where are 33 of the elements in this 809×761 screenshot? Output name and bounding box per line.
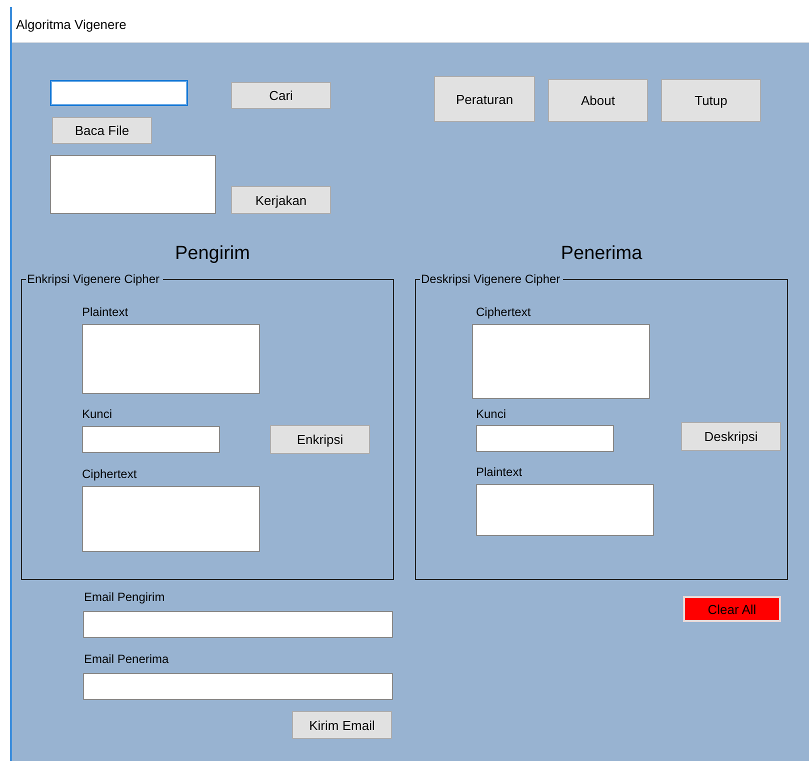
field-label: Email Penerima [84,651,170,667]
field-label: Ciphertext [476,304,531,320]
field-label: Ciphertext [82,466,137,482]
action-button[interactable]: Deskripsi [681,422,781,451]
toolbar-button[interactable]: Tutup [661,79,761,122]
toolbar-button[interactable]: Peraturan [434,76,535,122]
field-label: Kunci [82,406,112,422]
field-label: Plaintext [476,464,522,480]
group-title: Enkripsi Vigenere Cipher [26,272,163,286]
email-field[interactable] [83,611,393,638]
section-heading: Pengirim [174,243,251,266]
email-field[interactable] [83,673,393,700]
toolbar-button[interactable]: About [548,79,648,122]
action-button[interactable]: Enkripsi [270,425,370,454]
clear-all-button[interactable]: Clear All [683,596,781,622]
section-heading: Penerima [560,243,644,266]
search-button[interactable]: Cari [231,82,331,109]
field-label: Email Pengirim [84,589,166,605]
text-area[interactable] [82,486,260,552]
text-area[interactable] [472,324,650,399]
read-file-button[interactable]: Baca File [52,117,152,144]
field-label: Kunci [476,406,506,422]
key-field[interactable] [476,425,614,452]
group-title: Deskripsi Vigenere Cipher [420,272,564,286]
key-field[interactable] [82,426,220,453]
text-area[interactable] [476,484,654,536]
text-area[interactable] [82,324,260,394]
file-path-field[interactable] [50,80,188,106]
send-email-button[interactable]: Kirim Email [292,711,392,739]
file-text-area[interactable] [50,155,216,214]
field-label: Plaintext [82,304,128,320]
process-button[interactable]: Kerjakan [231,186,331,214]
window-title: Algoritma Vigenere [16,17,126,32]
